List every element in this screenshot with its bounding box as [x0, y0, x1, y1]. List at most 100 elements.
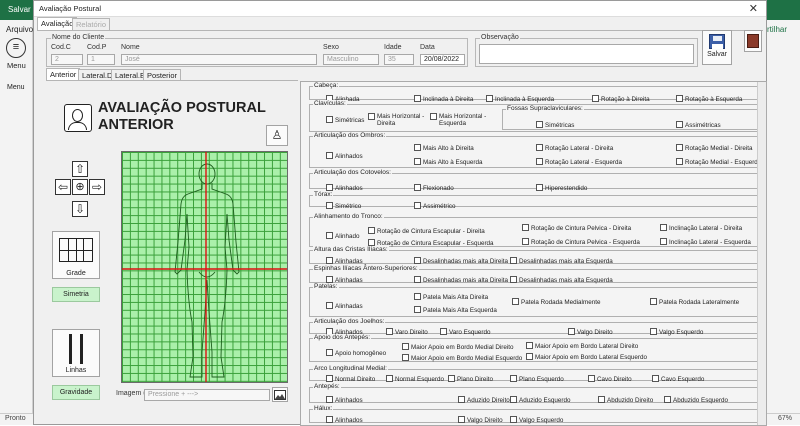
checkbox-arco-4[interactable]: Cavo Direito — [588, 375, 632, 383]
checkbox-patelas-1[interactable]: Patela Mais Alta Direita — [414, 293, 488, 301]
checkbox-cristas-1[interactable]: Desalinhadas mais alta Direita — [414, 257, 508, 265]
body-posture-icon[interactable]: ♙ — [266, 125, 288, 146]
checkbox-arco-2[interactable]: Plano Direito — [448, 375, 493, 383]
panel-scrollbar[interactable] — [757, 82, 766, 425]
checkbox-espinhas-1[interactable]: Desalinhadas mais alta Direita — [414, 276, 508, 284]
checkbox-claviculas-1[interactable]: Mais Horizontal - Direita — [368, 113, 431, 127]
checkbox-patelas-4[interactable]: Patela Rodada Lateralmente — [650, 298, 739, 306]
checkbox-tronco-1[interactable]: Rotação de Cintura Escapular - Direita — [368, 227, 485, 235]
checkbox-box[interactable] — [676, 95, 683, 102]
checkbox-box[interactable] — [676, 144, 683, 151]
checkbox-claviculas-2[interactable]: Mais Horizontal - Esquerda — [430, 113, 493, 127]
checkbox-cabeca-3[interactable]: Rotação à Direita — [592, 95, 650, 103]
checkbox-cristas-0[interactable]: Alinhadas — [326, 257, 363, 265]
checkbox-box[interactable] — [652, 375, 659, 382]
checkbox-box[interactable] — [588, 375, 595, 382]
checkbox-box[interactable] — [510, 257, 517, 264]
checkbox-ombros-1[interactable]: Mais Alto à Direita — [414, 144, 474, 152]
checkbox-box[interactable] — [326, 276, 333, 283]
checkbox-torax-1[interactable]: Assimétrico — [414, 202, 456, 210]
checkbox-ombros-0[interactable]: Alinhados — [326, 152, 363, 160]
checkbox-box[interactable] — [650, 328, 657, 335]
checkbox-arco-0[interactable]: Normal Direito — [326, 375, 375, 383]
checkbox-box[interactable] — [368, 113, 375, 120]
checkbox-box[interactable] — [326, 257, 333, 264]
checkbox-box[interactable] — [414, 184, 421, 191]
checkbox-box[interactable] — [326, 184, 333, 191]
image-path-field[interactable]: Pressione + ---> — [144, 389, 270, 401]
checkbox-box[interactable] — [326, 396, 333, 403]
checkbox-box[interactable] — [592, 95, 599, 102]
arrow-up-icon[interactable]: ⇧ — [72, 161, 88, 177]
linhas-button[interactable]: Linhas — [52, 329, 100, 377]
checkbox-box[interactable] — [510, 416, 517, 423]
checkbox-antepes-1[interactable]: Aduzido Direito — [458, 396, 510, 404]
checkbox-halux-1[interactable]: Valgo Direito — [458, 416, 503, 424]
checkbox-antepes-apoio-2[interactable]: Maior Apoio em Bordo Medial Esquerdo — [402, 354, 522, 362]
checkbox-box[interactable] — [676, 121, 683, 128]
checkbox-joelhos-1[interactable]: Varo Direito — [386, 328, 428, 336]
checkbox-antepes-apoio-1[interactable]: Maior Apoio em Bordo Medial Direito — [402, 343, 514, 351]
checkbox-box[interactable] — [664, 396, 671, 403]
checkbox-ombros-5[interactable]: Rotação Medial - Direita — [676, 144, 753, 152]
checkbox-box[interactable] — [522, 238, 529, 245]
checkbox-antepes-apoio-3[interactable]: Maior Apoio em Bordo Lateral Direito — [526, 342, 638, 350]
checkbox-antepes-0[interactable]: Alinhados — [326, 396, 363, 404]
arrow-right-icon[interactable]: ⇨ — [89, 179, 105, 195]
checkbox-box[interactable] — [326, 152, 333, 159]
checkbox-box[interactable] — [414, 293, 421, 300]
zoom-icon[interactable]: ⊕ — [72, 179, 88, 195]
checkbox-joelhos-2[interactable]: Varo Esquerdo — [440, 328, 491, 336]
checkbox-box[interactable] — [526, 342, 533, 349]
checkbox-ombros-2[interactable]: Mais Alto à Esquerda — [414, 158, 483, 166]
checkbox-claviculas-0[interactable]: Simétricas — [326, 116, 364, 124]
checkbox-box[interactable] — [414, 257, 421, 264]
gravidade-button[interactable]: Gravidade — [52, 385, 100, 400]
checkbox-patelas-2[interactable]: Patela Mais Alta Esquerda — [414, 306, 497, 314]
checkbox-arco-1[interactable]: Normal Esquerdo — [386, 375, 444, 383]
checkbox-box[interactable] — [368, 239, 375, 246]
share-button[interactable]: rtilhar — [767, 25, 787, 34]
checkbox-joelhos-3[interactable]: Valgo Direito — [568, 328, 613, 336]
checkbox-ombros-6[interactable]: Rotação Medial - Esquerda — [676, 158, 761, 166]
checkbox-box[interactable] — [676, 158, 683, 165]
checkbox-cotovelos-1[interactable]: Flexionado — [414, 184, 454, 192]
checkbox-tronco-6[interactable]: Inclinação Lateral - Esquerda — [660, 238, 751, 246]
checkbox-ombros-4[interactable]: Rotação Lateral - Esquerda — [536, 158, 622, 166]
checkbox-box[interactable] — [510, 375, 517, 382]
checkbox-fossas-1[interactable]: Assimétricas — [676, 121, 721, 129]
checkbox-box[interactable] — [326, 375, 333, 382]
image-picker-icon[interactable] — [272, 387, 288, 402]
checkbox-box[interactable] — [536, 121, 543, 128]
checkbox-box[interactable] — [326, 416, 333, 423]
checkbox-box[interactable] — [536, 144, 543, 151]
checkbox-box[interactable] — [536, 158, 543, 165]
excel-save-label[interactable]: Salvar — [8, 5, 31, 14]
name-field[interactable]: José — [121, 54, 317, 65]
checkbox-box[interactable] — [414, 158, 421, 165]
arrow-down-icon[interactable]: ⇩ — [72, 201, 88, 217]
checkbox-box[interactable] — [486, 95, 493, 102]
checkbox-halux-0[interactable]: Alinhados — [326, 416, 363, 424]
tab-relatorio[interactable]: Relatório — [72, 18, 111, 30]
checkbox-box[interactable] — [526, 353, 533, 360]
code-c-field[interactable]: 2 — [51, 54, 83, 65]
checkbox-antepes-2[interactable]: Aduzido Esquerdo — [510, 396, 570, 404]
save-button[interactable]: Salvar — [702, 30, 732, 65]
checkbox-box[interactable] — [598, 396, 605, 403]
checkbox-box[interactable] — [536, 184, 543, 191]
checkbox-box[interactable] — [402, 343, 409, 350]
arrow-left-icon[interactable]: ⇦ — [55, 179, 71, 195]
observacao-input[interactable] — [479, 44, 694, 64]
checkbox-box[interactable] — [402, 354, 409, 361]
checkbox-joelhos-4[interactable]: Valgo Esquerdo — [650, 328, 703, 336]
checkbox-torax-0[interactable]: Simétrico — [326, 202, 361, 210]
checkbox-box[interactable] — [510, 396, 517, 403]
checkbox-box[interactable] — [512, 298, 519, 305]
checkbox-antepes-apoio-0[interactable]: Apoio homogêneo — [326, 349, 386, 357]
close-icon[interactable]: ✕ — [749, 2, 758, 15]
age-field[interactable]: 35 — [384, 54, 414, 65]
checkbox-arco-3[interactable]: Plano Esquerdo — [510, 375, 564, 383]
checkbox-patelas-0[interactable]: Alinhadas — [326, 302, 363, 310]
checkbox-box[interactable] — [650, 298, 657, 305]
